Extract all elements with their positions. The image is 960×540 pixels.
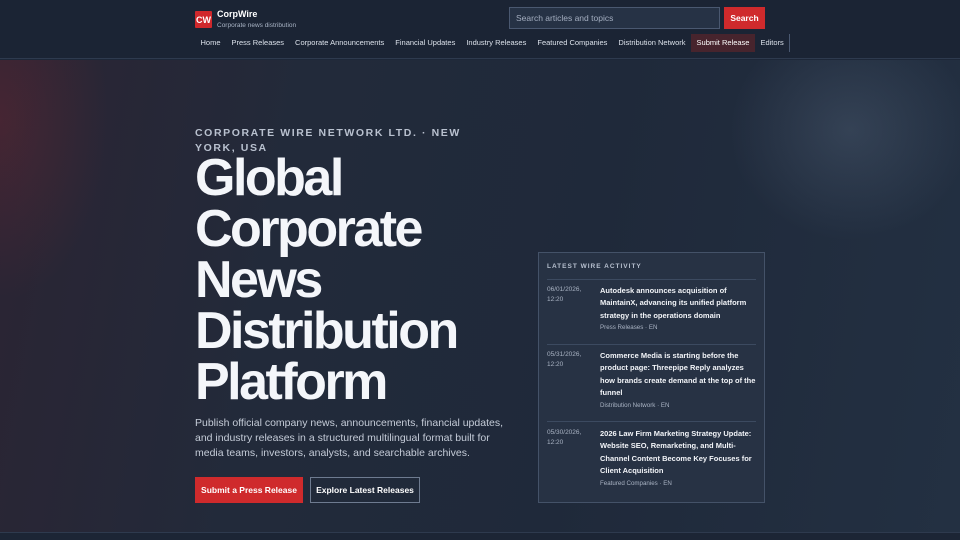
divider [547, 344, 756, 345]
explore-latest-releases-button[interactable]: Explore Latest Releases [310, 477, 420, 503]
brand[interactable]: CW CorpWire Corporate news distribution [195, 9, 296, 30]
wire-item-meta: Distribution Network · EN [600, 401, 670, 409]
latest-wire-panel: LATEST WIRE ACTIVITY 06/01/2026, 12:20 A… [538, 252, 765, 503]
nav-item-financial-updates[interactable]: Financial Updates [390, 34, 461, 52]
submit-press-release-button[interactable]: Submit a Press Release [195, 477, 303, 503]
search-button[interactable]: Search [724, 7, 765, 29]
divider [547, 279, 756, 280]
brand-tagline: Corporate news distribution [217, 22, 297, 29]
site-header: CW CorpWire Corporate news distribution … [0, 0, 960, 59]
wire-item-date: 05/30/2026, 12:20 [547, 429, 582, 446]
nav-item-submit-release[interactable]: Submit Release [691, 34, 755, 52]
brand-name[interactable]: CorpWire [217, 9, 296, 20]
wire-item-body: 2026 Law Firm Marketing Strategy Update:… [600, 428, 760, 488]
nav-item-industry-releases[interactable]: Industry Releases [461, 34, 532, 52]
nav-item-editors[interactable]: Editors [755, 34, 789, 52]
wire-item-body: Autodesk announces acquisition of Mainta… [600, 285, 760, 332]
wire-item-date: 05/31/2026, 12:20 [547, 351, 582, 368]
nav-item-corporate-announcements[interactable]: Corporate Announcements [290, 34, 390, 52]
logo-icon[interactable]: CW [195, 11, 212, 28]
wire-item-headline[interactable]: Commerce Media is starting before the pr… [600, 350, 760, 400]
wire-item-headline[interactable]: 2026 Law Firm Marketing Strategy Update:… [600, 428, 760, 478]
wire-item-meta: Featured Companies · EN [600, 479, 672, 487]
hero-title: Global Corporate News Distribution Platf… [195, 149, 459, 411]
wire-item-meta: Press Releases · EN [600, 324, 658, 332]
divider [547, 421, 756, 422]
nav-item-home[interactable]: Home [195, 34, 226, 52]
nav-item-press-releases[interactable]: Press Releases [226, 34, 290, 52]
nav-item-featured-companies[interactable]: Featured Companies [532, 34, 613, 52]
section-divider [0, 532, 960, 540]
panel-title: LATEST WIRE ACTIVITY [547, 263, 642, 270]
nav-item-distribution-network[interactable]: Distribution Network [613, 34, 691, 52]
search-input[interactable] [509, 7, 720, 29]
wire-item-date: 06/01/2026, 12:20 [547, 286, 582, 303]
main-nav: Home Press Releases Corporate Announceme… [195, 34, 791, 52]
hero-description: Publish official company news, announcem… [195, 417, 503, 459]
hero-glow [0, 60, 120, 360]
brand-text: CorpWire Corporate news distribution [217, 9, 296, 30]
wire-item-headline[interactable]: Autodesk announces acquisition of Mainta… [600, 285, 760, 322]
wire-item-body: Commerce Media is starting before the pr… [600, 350, 760, 410]
